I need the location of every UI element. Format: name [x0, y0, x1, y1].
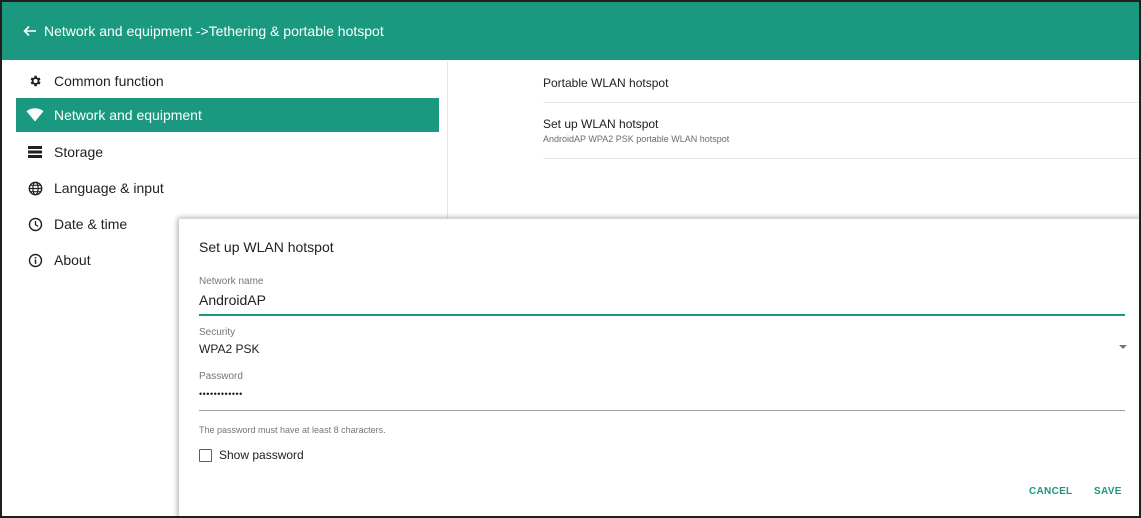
setup-hotspot-summary: AndroidAP WPA2 PSK portable WLAN hotspot [543, 134, 730, 144]
checkbox-icon[interactable] [199, 448, 212, 462]
portable-hotspot-title: Portable WLAN hotspot [543, 76, 669, 90]
save-button[interactable]: SAVE [1094, 486, 1122, 497]
show-password-checkbox[interactable]: Show password [199, 448, 304, 462]
security-label: Security [199, 327, 236, 338]
sidebar-item-label: About [54, 252, 91, 268]
password-underline [199, 410, 1125, 411]
security-select[interactable]: WPA2 PSK [199, 342, 1125, 356]
arrow-left-icon [23, 25, 36, 37]
sidebar-item-network-and-equipment[interactable]: Network and equipment [16, 98, 439, 132]
password-hint: The password must have at least 8 charac… [199, 425, 386, 435]
clock-icon [18, 217, 52, 232]
network-name-label: Network name [199, 276, 264, 287]
network-name-underline [199, 314, 1125, 316]
password-label: Password [199, 371, 243, 382]
setup-hotspot-title: Set up WLAN hotspot [543, 117, 659, 131]
sidebar-item-label: Storage [54, 144, 104, 160]
sidebar-item-common-function[interactable]: Common function [16, 64, 439, 98]
sidebar-item-label: Network and equipment [54, 107, 202, 123]
password-input[interactable]: •••••••••••• [199, 389, 1125, 399]
globe-icon [18, 181, 52, 196]
chevron-down-icon[interactable] [1119, 345, 1127, 349]
cancel-button[interactable]: CANCEL [1029, 486, 1072, 497]
storage-icon [18, 146, 52, 158]
setup-hotspot-dialog: Set up WLAN hotspot Network name Android… [178, 218, 1139, 516]
settings-window: Network and equipment ->Tethering & port… [0, 0, 1141, 518]
gear-icon [18, 74, 52, 88]
sidebar-item-label: Common function [54, 73, 164, 89]
app-bar: Network and equipment ->Tethering & port… [2, 2, 1139, 60]
show-password-label: Show password [219, 448, 304, 462]
sidebar-item-label: Date & time [54, 216, 128, 232]
wifi-icon [18, 108, 52, 122]
sidebar-item-storage[interactable]: Storage [16, 135, 439, 169]
setup-hotspot-item[interactable]: Set up WLAN hotspot AndroidAP WPA2 PSK p… [543, 103, 1139, 159]
page-title: Network and equipment ->Tethering & port… [44, 23, 384, 39]
sidebar-item-label: Language & input [54, 180, 164, 196]
portable-hotspot-item[interactable]: Portable WLAN hotspot [543, 62, 1139, 103]
dialog-title: Set up WLAN hotspot [199, 239, 334, 255]
sidebar-item-language-input[interactable]: Language & input [16, 171, 439, 205]
network-name-input[interactable]: AndroidAP [199, 292, 1125, 308]
info-icon [18, 253, 52, 268]
